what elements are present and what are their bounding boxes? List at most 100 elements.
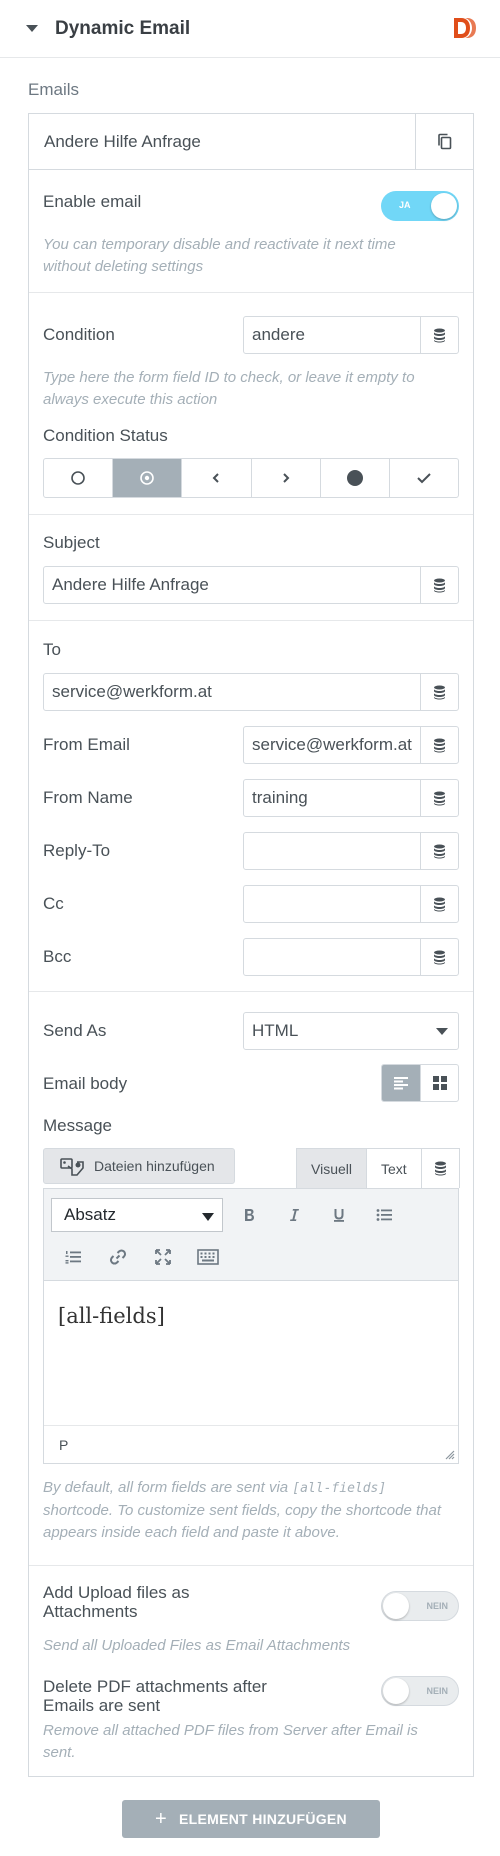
from-name-input[interactable] [244,780,420,816]
database-icon [434,328,445,342]
toggle-knob [383,1678,409,1704]
reply-to-label: Reply-To [43,841,111,860]
divider [29,991,473,992]
filled-circle-icon [346,470,363,486]
condition-label: Condition [43,325,115,344]
section-title: Dynamic Email [55,17,191,39]
subject-label: Subject [43,533,100,552]
italic-button[interactable] [279,1200,309,1230]
add-media-button[interactable]: Dateien hinzufügen [43,1148,235,1184]
database-icon [434,791,445,805]
from-email-field [243,726,459,764]
message-hint-code: [all-fields] [292,1481,387,1496]
reply-to-input[interactable] [244,833,420,869]
divider [29,620,473,621]
condition-status-label: Condition Status [43,426,168,445]
dynamic-tags-button[interactable] [420,674,458,710]
bullet-list-button[interactable] [369,1200,399,1230]
editor-tabs: Visuell Text [296,1148,460,1188]
dynamic-tags-button[interactable] [421,1148,460,1188]
message-hint: By default, all form fields are sent via… [43,1477,453,1544]
divider [29,514,473,515]
status-option-greater-than[interactable] [252,459,321,497]
dynamic-tags-button[interactable] [420,886,458,922]
send-as-select[interactable]: HTML [243,1012,459,1050]
cc-input[interactable] [244,886,420,922]
chevron-down-icon [436,1028,448,1035]
bcc-input[interactable] [244,939,420,975]
tab-text[interactable]: Text [367,1148,422,1188]
dynamic-tags-button[interactable] [420,833,458,869]
plus-icon: + [155,1807,168,1830]
database-icon [434,897,445,911]
toolbar-toggle-button[interactable] [193,1242,223,1272]
from-name-field [243,779,459,817]
upload-attachments-hint: Send all Uploaded Files as Email Attachm… [43,1637,351,1654]
enable-email-toggle[interactable]: JA [381,191,459,221]
status-option-not-empty[interactable] [113,459,183,497]
bcc-field [243,938,459,976]
dynamic-tags-button[interactable] [420,727,458,763]
divider [29,1565,473,1566]
send-as-value: HTML [252,1021,299,1040]
editor-content[interactable]: [all-fields] [44,1282,458,1424]
upload-attachments-toggle[interactable]: NEIN [381,1591,459,1621]
editor-toolbar: Absatz [44,1189,458,1281]
format-value: Absatz [64,1205,116,1224]
toggle-knob [431,193,457,219]
format-select[interactable]: Absatz [51,1198,223,1232]
status-option-empty[interactable] [44,459,114,497]
grid-icon [432,1076,447,1090]
link-button[interactable] [103,1242,133,1272]
toggle-state-label: JA [399,200,411,210]
editor-statusbar: P [44,1425,458,1463]
email-repeater-item: Andere Hilfe Anfrage Enable email JA You… [28,113,474,1777]
tab-visual[interactable]: Visuell [296,1148,367,1188]
email-body-choose [381,1064,459,1102]
repeater-item-header[interactable]: Andere Hilfe Anfrage [29,114,473,170]
reply-to-field [243,832,459,870]
add-element-button[interactable]: + ELEMENT HINZUFÜGEN [122,1800,380,1838]
dynamic-logo-icon [452,17,476,44]
enable-email-label: Enable email [43,192,142,211]
section-header[interactable]: Dynamic Email [0,0,500,58]
condition-input[interactable] [244,317,420,353]
email-body-option-text[interactable] [382,1065,420,1101]
email-body-option-template[interactable] [420,1065,458,1101]
numbered-list-icon [65,1251,81,1264]
to-input[interactable] [44,674,420,710]
from-email-input[interactable] [244,727,420,763]
to-label: To [43,640,61,659]
condition-field [243,316,459,354]
condition-hint: Type here the form field ID to check, or… [43,369,415,408]
underline-button[interactable] [324,1200,354,1230]
chevron-right-icon [282,473,290,483]
dynamic-tags-button[interactable] [420,939,458,975]
bold-button[interactable] [234,1200,264,1230]
copy-icon [437,133,451,149]
repeater-item-title: Andere Hilfe Anfrage [44,131,201,151]
dynamic-tags-button[interactable] [420,567,458,603]
link-icon [109,1249,127,1265]
status-option-filled[interactable] [321,459,390,497]
status-option-less-than[interactable] [182,459,252,497]
add-element-label: ELEMENT HINZUFÜGEN [179,1811,347,1827]
delete-pdf-toggle[interactable]: NEIN [381,1676,459,1706]
send-as-label: Send As [43,1021,107,1040]
numbered-list-button[interactable] [58,1242,88,1272]
fullscreen-button[interactable] [148,1242,178,1272]
status-option-check[interactable] [390,459,458,497]
upload-attachments-label: Add Upload files as Attachments [43,1583,190,1621]
dynamic-tags-button[interactable] [420,780,458,816]
email-body-label: Email body [43,1074,128,1093]
media-icon [60,1158,84,1176]
resize-handle-icon[interactable] [443,1448,455,1460]
subject-input[interactable] [44,567,420,603]
check-icon [417,473,431,484]
enable-email-hint: You can temporary disable and reactivate… [43,236,396,275]
database-icon [434,738,445,752]
dynamic-tags-button[interactable] [420,317,458,353]
duplicate-button[interactable] [415,114,473,169]
delete-pdf-label: Delete PDF attachments after Emails are … [43,1677,267,1715]
database-icon [434,1161,446,1176]
